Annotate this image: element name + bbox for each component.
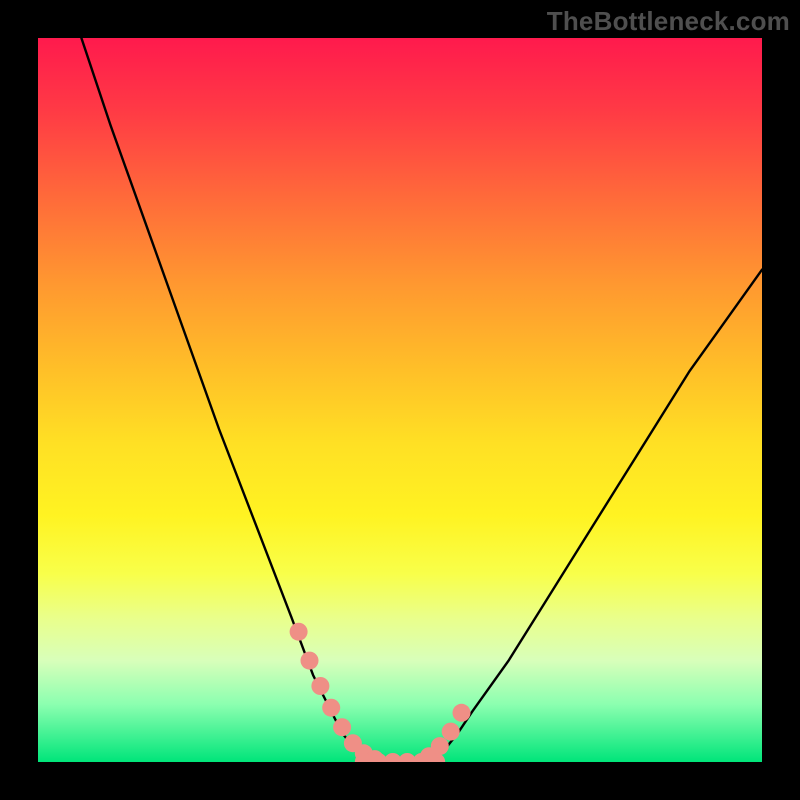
data-marker bbox=[290, 623, 308, 641]
marker-group bbox=[290, 623, 471, 762]
chart-overlay bbox=[38, 38, 762, 762]
data-marker bbox=[311, 677, 329, 695]
curve-left bbox=[81, 38, 371, 762]
data-marker bbox=[333, 718, 351, 736]
chart-frame: TheBottleneck.com bbox=[0, 0, 800, 800]
watermark-text: TheBottleneck.com bbox=[547, 6, 790, 37]
data-marker bbox=[431, 737, 449, 755]
data-marker bbox=[301, 652, 319, 670]
data-marker bbox=[442, 723, 460, 741]
curve-right bbox=[429, 270, 762, 762]
data-marker bbox=[322, 699, 340, 717]
data-marker bbox=[453, 704, 471, 722]
